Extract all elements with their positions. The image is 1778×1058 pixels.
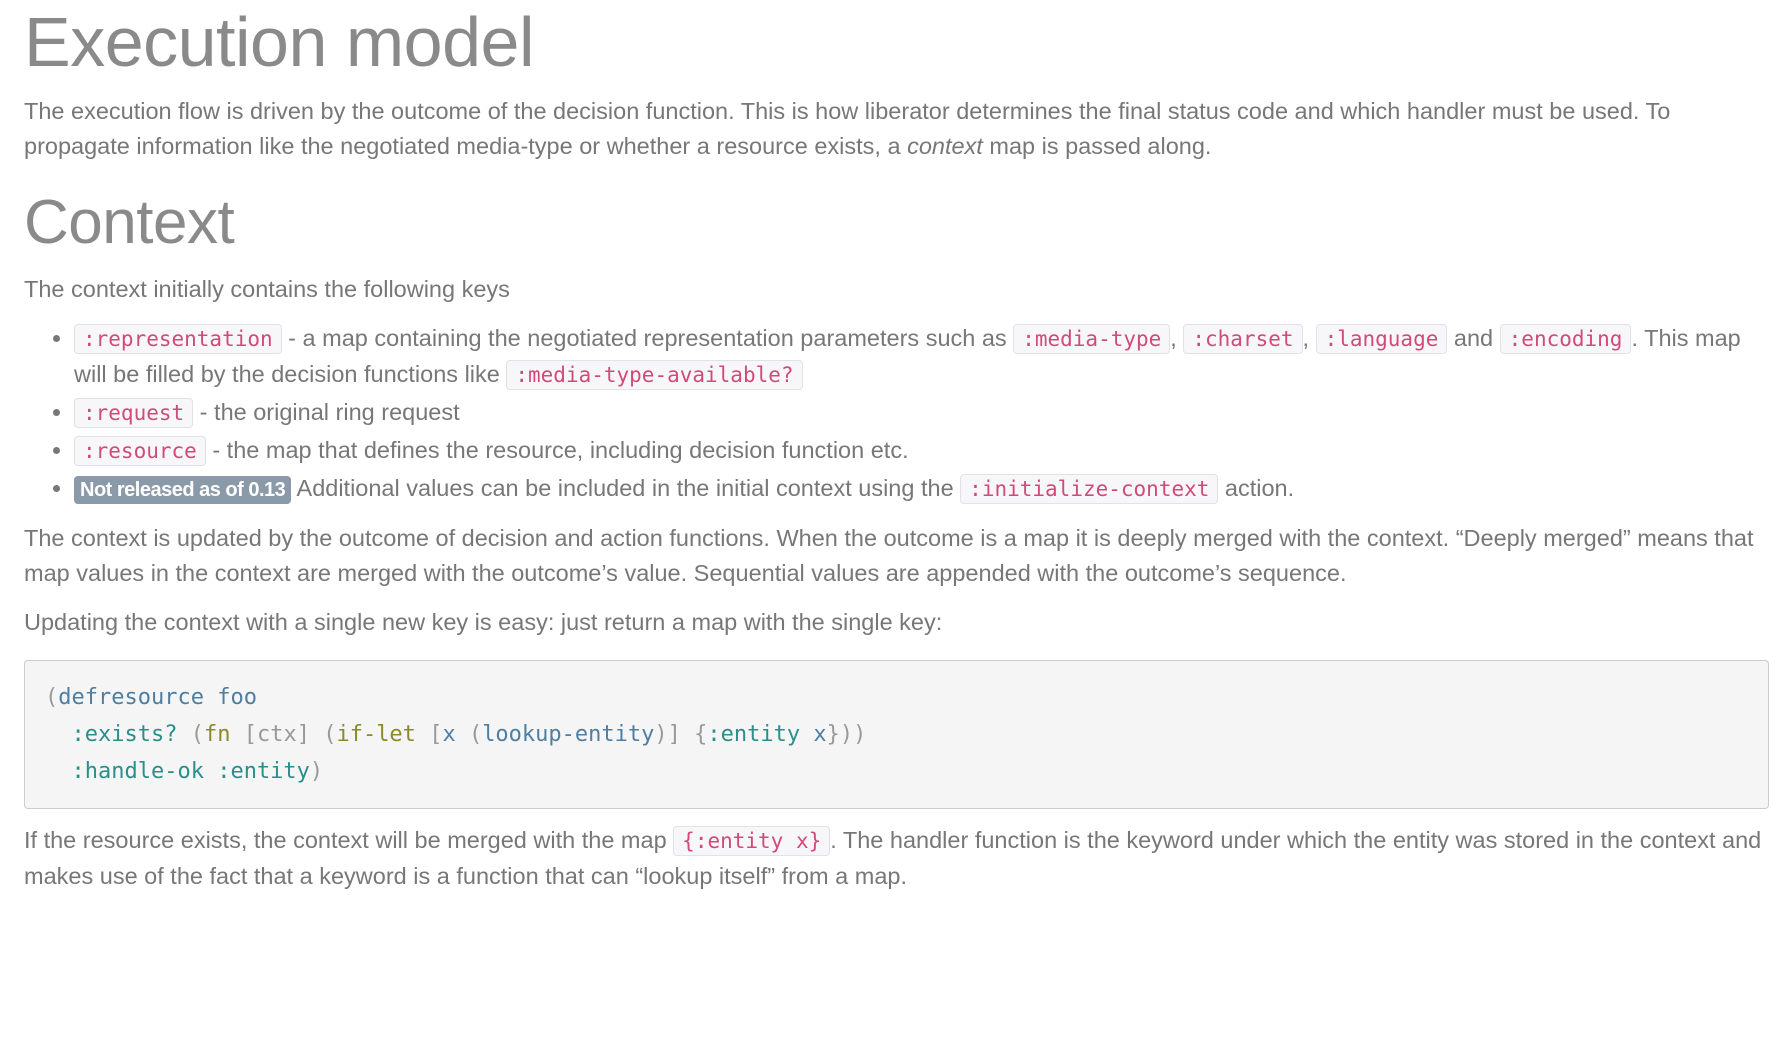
code-entity-keyword: :entity (707, 722, 801, 747)
code-entity-map: {:entity x} (673, 826, 831, 856)
final-paragraph: If the resource exists, the context will… (24, 823, 1769, 894)
code-charset: :charset (1183, 324, 1303, 354)
initialize-text: Additional values can be included in the… (291, 475, 961, 501)
code-brace: } (826, 722, 840, 747)
code-brace: { (694, 722, 708, 747)
intro-text-end: map is passed along. (982, 133, 1212, 159)
representation-text-1: - a map containing the negotiated repres… (281, 325, 1014, 351)
code-defresource: defresource (58, 685, 204, 710)
code-bracket: [ (429, 722, 443, 747)
single-key-paragraph: Updating the context with a single new k… (24, 609, 943, 635)
code-bracket: ] (667, 722, 681, 747)
version-badge: Not released as of 0.13 (74, 476, 292, 504)
context-intro: The context initially contains the follo… (24, 276, 510, 302)
code-paren: ( (45, 685, 59, 710)
list-item-representation: :representation - a map containing the n… (74, 321, 1769, 393)
code-paren: ) (654, 722, 668, 747)
code-lookup-entity: lookup-entity (482, 722, 655, 747)
resource-text: - the map that defines the resource, inc… (205, 437, 909, 463)
code-args: [ctx] (243, 722, 310, 747)
code-fn: fn (203, 722, 231, 747)
code-paren: )) (839, 722, 867, 747)
intro-paragraph: The execution flow is driven by the outc… (24, 94, 1769, 164)
conjunction-and: and (1447, 325, 1500, 351)
initialize-tail: action. (1218, 475, 1295, 501)
list-item-request: :request - the original ring request (74, 395, 1769, 431)
code-paren: ( (190, 722, 204, 747)
request-text: - the original ring request (193, 399, 460, 425)
final-text-start: If the resource exists, the context will… (24, 827, 674, 853)
intro-text-start: The execution flow is driven by the outc… (24, 98, 1671, 159)
code-paren: ( (468, 722, 483, 747)
list-item-initialize-context: Not released as of 0.13 Additional value… (74, 471, 1769, 507)
code-paren: ) (309, 759, 324, 784)
update-paragraph: The context is updated by the outcome of… (24, 525, 1754, 586)
code-initialize-context: :initialize-context (960, 474, 1219, 504)
list-item-resource: :resource - the map that defines the res… (74, 433, 1769, 469)
separator-comma: , (1170, 325, 1184, 351)
code-exists-keyword: :exists? (71, 722, 178, 747)
page-title: Execution model (24, 3, 535, 81)
code-entity-keyword: :entity (217, 759, 310, 784)
code-x: x (442, 722, 456, 747)
code-resource: :resource (74, 436, 206, 466)
intro-emphasis: context (907, 133, 983, 159)
code-handle-ok-keyword: :handle-ok (71, 759, 204, 784)
code-if-let: if-let (336, 722, 416, 747)
code-language: :language (1315, 324, 1448, 354)
context-heading: Context (24, 188, 235, 257)
code-block: (defresource foo :exists? (fn [ctx] (if-… (24, 660, 1769, 809)
code-encoding: :encoding (1499, 324, 1632, 354)
code-foo: foo (217, 685, 257, 710)
context-keys-list: :representation - a map containing the n… (24, 321, 1769, 507)
code-paren: ( (323, 722, 337, 747)
code-media-type-available: :media-type-available? (506, 360, 803, 390)
separator-comma: , (1302, 325, 1316, 351)
code-request: :request (74, 398, 194, 428)
code-representation: :representation (74, 324, 282, 354)
page: Execution model The execution flow is dr… (0, 2, 1778, 894)
code-media-type: :media-type (1013, 324, 1171, 354)
code-x: x (813, 722, 827, 747)
